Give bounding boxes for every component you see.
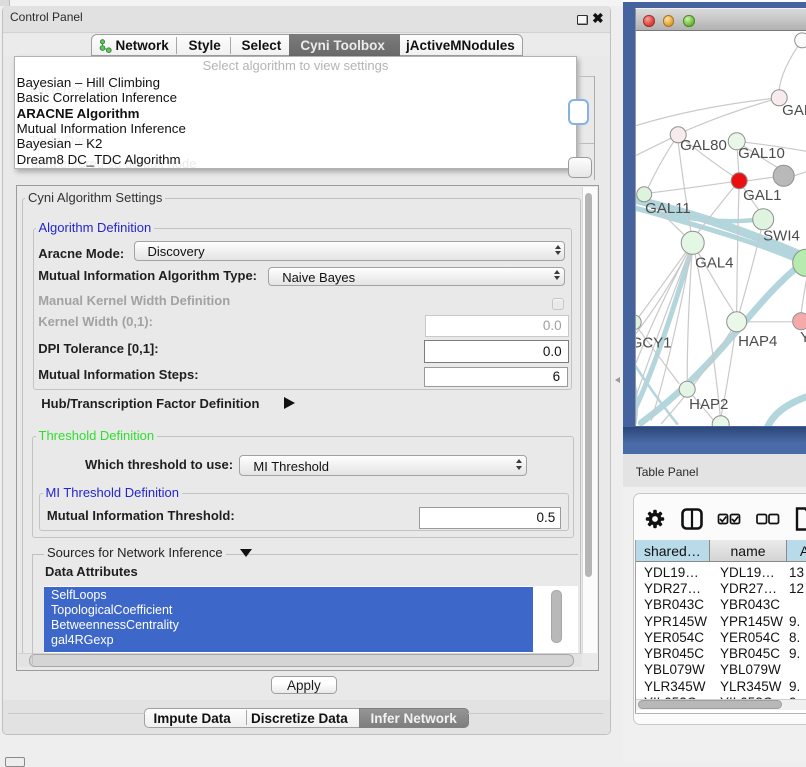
- svg-text:GCY1: GCY1: [636, 334, 672, 351]
- svg-text:Y: Y: [800, 329, 806, 346]
- svg-text:GAL: GAL: [782, 102, 806, 119]
- svg-text:GAL4: GAL4: [695, 254, 733, 271]
- svg-text:SWI4: SWI4: [763, 227, 800, 244]
- svg-text:GAL1: GAL1: [743, 187, 781, 204]
- svg-text:GAL80: GAL80: [680, 137, 727, 154]
- svg-text:HAP2: HAP2: [689, 396, 728, 413]
- svg-text:GAL11: GAL11: [645, 200, 691, 217]
- svg-text:HAP4: HAP4: [738, 333, 777, 350]
- svg-text:GAL10: GAL10: [738, 145, 785, 162]
